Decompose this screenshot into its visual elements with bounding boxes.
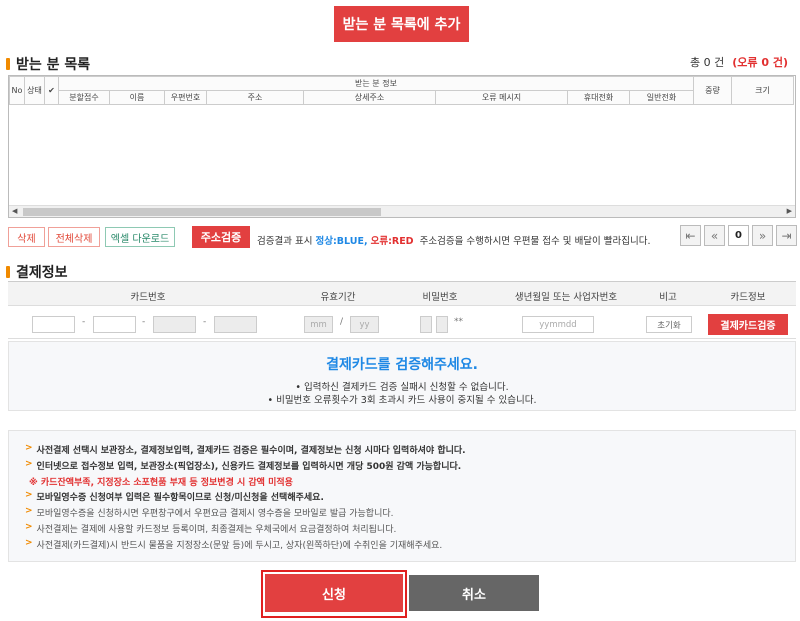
arrow-icon: > bbox=[25, 538, 33, 548]
card-number-1-input[interactable] bbox=[32, 316, 75, 333]
prev-page-icon[interactable]: « bbox=[704, 225, 725, 246]
payment-info-title-text: 결제정보 bbox=[16, 265, 68, 281]
col-no: No bbox=[9, 76, 25, 105]
expiry-slash: / bbox=[340, 317, 344, 327]
info-text: 인터넷으로 접수정보 입력, 보관장소(픽업장소), 신용카드 결제정보를 입력… bbox=[36, 462, 462, 472]
password-digit-1-input[interactable] bbox=[420, 316, 432, 333]
info-line-2: > 인터넷으로 접수정보 입력, 보관장소(픽업장소), 신용카드 결제정보를 입… bbox=[25, 459, 461, 472]
card-verify-button[interactable]: 결제카드검증 bbox=[708, 314, 788, 335]
col-check-icon[interactable]: ✔ bbox=[44, 76, 59, 105]
first-page-icon[interactable]: ⇤ bbox=[680, 225, 701, 246]
notice-title: 결제카드를 검증해주세요. bbox=[326, 357, 478, 373]
password-digit-2-input[interactable] bbox=[436, 316, 448, 333]
notice-line-1: • 입력하신 결제카드 검증 실패시 신청할 수 없습니다. bbox=[295, 382, 509, 393]
add-recipient-button[interactable]: 받는 분 목록에 추가 bbox=[334, 6, 469, 42]
next-page-icon[interactable]: » bbox=[752, 225, 773, 246]
header-card-info: 카드정보 bbox=[730, 292, 766, 303]
card-number-3-input[interactable] bbox=[153, 316, 196, 333]
info-warning: ※ 카드잔액부족, 지정장소 소포현품 부재 등 정보변경 시 감액 미적용 bbox=[29, 478, 293, 488]
expiry-year-input[interactable]: yy bbox=[350, 316, 379, 333]
info-line-1: > 사전결제 선택시 보관장소, 결제정보입력, 결제카드 검증은 필수이며, 결… bbox=[25, 443, 466, 456]
header-expiry: 유효기간 bbox=[320, 292, 356, 303]
header-password: 비밀번호 bbox=[422, 292, 458, 303]
grid-horizontal-scrollbar[interactable]: ◀ ▶ bbox=[9, 205, 795, 217]
payment-table-header: 카드번호 유효기간 비밀번호 생년월일 또는 사업자번호 비고 카드정보 bbox=[8, 281, 796, 306]
col-address: 주소 bbox=[206, 90, 304, 105]
col-detail-address: 상세주소 bbox=[303, 90, 436, 105]
dash-separator: - bbox=[142, 317, 146, 327]
col-mobile: 휴대전화 bbox=[567, 90, 630, 105]
info-line-7: > 사전결제(카드결제)시 반드시 물품을 지정장소(문앞 등)에 두시고, 상자… bbox=[25, 538, 442, 551]
arrow-icon: > bbox=[25, 459, 33, 469]
col-size: 크기 bbox=[731, 76, 794, 105]
apply-button[interactable]: 신청 bbox=[265, 574, 403, 612]
arrow-icon: > bbox=[25, 506, 33, 516]
col-group-recipient-info: 받는 분 정보 bbox=[58, 76, 694, 91]
error-count: (오류 0 건) bbox=[732, 56, 788, 69]
info-box: > 사전결제 선택시 보관장소, 결제정보입력, 결제카드 검증은 필수이며, 결… bbox=[8, 430, 796, 562]
card-number-4-input[interactable] bbox=[214, 316, 257, 333]
password-mask: ** bbox=[454, 317, 463, 327]
total-count: 총 0 건 bbox=[690, 56, 725, 69]
info-text: 모바일영수증 신청여부 입력은 필수항목이므로 신청/미신청을 선택해주세요. bbox=[36, 493, 324, 503]
info-text: 모바일영수증을 신청하시면 우편창구에서 우편요금 결제시 영수증을 모바일로 … bbox=[36, 509, 394, 519]
delete-button[interactable]: 삭제 bbox=[8, 227, 45, 247]
legend-prefix: 검증결과 표시 bbox=[257, 236, 313, 247]
arrow-icon: > bbox=[25, 443, 33, 453]
header-birth: 생년월일 또는 사업자번호 bbox=[514, 292, 618, 303]
col-error-message: 오류 메시지 bbox=[435, 90, 568, 105]
scroll-thumb[interactable] bbox=[23, 208, 381, 216]
cancel-button[interactable]: 취소 bbox=[409, 575, 539, 611]
info-line-6: > 사전결제는 결제에 사용할 카드정보 등록이며, 최종결제는 우체국에서 요금… bbox=[25, 522, 396, 535]
col-phone: 일반전화 bbox=[629, 90, 694, 105]
scroll-right-icon[interactable]: ▶ bbox=[787, 207, 792, 215]
recipient-list-title: 받는 분 목록 bbox=[6, 54, 90, 74]
legend-note: 주소검증을 수행하시면 우편물 접수 및 배달이 빨라집니다. bbox=[419, 236, 651, 247]
excel-download-button[interactable]: 엑셀 다운로드 bbox=[105, 227, 175, 247]
payment-info-title: 결제정보 bbox=[6, 262, 68, 282]
col-weight: 중량 bbox=[693, 76, 732, 105]
dash-separator: - bbox=[203, 317, 207, 327]
card-number-2-input[interactable] bbox=[93, 316, 136, 333]
recipient-grid[interactable]: No 상태 ✔ 받는 분 정보 중량 크기 분할접수 이름 우편번호 주소 상세… bbox=[8, 75, 796, 218]
info-line-4: > 모바일영수증 신청여부 입력은 필수항목이므로 신청/미신청을 선택해주세요. bbox=[25, 490, 324, 503]
header-note: 비고 bbox=[659, 292, 677, 303]
current-page: 0 bbox=[728, 225, 749, 246]
info-text: 사전결제는 결제에 사용할 카드정보 등록이며, 최종결제는 우체국에서 요금결… bbox=[36, 525, 397, 535]
info-text: 사전결제 선택시 보관장소, 결제정보입력, 결제카드 검증은 필수이며, 결제… bbox=[36, 446, 466, 456]
col-zip: 우편번호 bbox=[164, 90, 207, 105]
verify-legend: 검증결과 표시 정상:BLUE, 오류:RED 주소검증을 수행하시면 우편물 … bbox=[257, 233, 651, 247]
recipient-list-title-text: 받는 분 목록 bbox=[16, 57, 91, 73]
header-card-number: 카드번호 bbox=[130, 292, 166, 303]
legend-err: 오류:RED bbox=[370, 236, 414, 247]
arrow-icon: > bbox=[25, 490, 33, 500]
expiry-month-input[interactable]: mm bbox=[304, 316, 333, 333]
arrow-icon: > bbox=[25, 522, 33, 532]
col-name: 이름 bbox=[109, 90, 165, 105]
dash-separator: - bbox=[82, 317, 86, 327]
birth-input[interactable]: yymmdd bbox=[522, 316, 594, 333]
scroll-left-icon[interactable]: ◀ bbox=[12, 207, 17, 215]
recipient-grid-header: No 상태 ✔ 받는 분 정보 중량 크기 분할접수 이름 우편번호 주소 상세… bbox=[9, 76, 794, 105]
col-status: 상태 bbox=[24, 76, 45, 105]
col-split: 분할접수 bbox=[58, 90, 110, 105]
legend-ok: 정상:BLUE, bbox=[315, 236, 368, 247]
card-verify-notice: 결제카드를 검증해주세요. • 입력하신 결제카드 검증 실패시 신청할 수 없… bbox=[8, 341, 796, 411]
info-text: 사전결제(카드결제)시 반드시 물품을 지정장소(문앞 등)에 두시고, 상자(… bbox=[36, 541, 443, 551]
section-marker-icon bbox=[6, 58, 10, 70]
address-verify-button[interactable]: 주소검증 bbox=[192, 226, 250, 248]
reset-button[interactable]: 초기화 bbox=[646, 316, 692, 333]
last-page-icon[interactable]: ⇥ bbox=[776, 225, 797, 246]
recipient-count: 총 0 건 (오류 0 건) bbox=[690, 54, 788, 70]
section-marker-icon bbox=[6, 266, 10, 278]
delete-all-button[interactable]: 전체삭제 bbox=[48, 227, 100, 247]
notice-line-2: • 비밀번호 오류횟수가 3회 초과시 카드 사용이 중지될 수 있습니다. bbox=[267, 395, 537, 406]
info-line-5: > 모바일영수증을 신청하시면 우편창구에서 우편요금 결제시 영수증을 모바일로… bbox=[25, 506, 394, 519]
